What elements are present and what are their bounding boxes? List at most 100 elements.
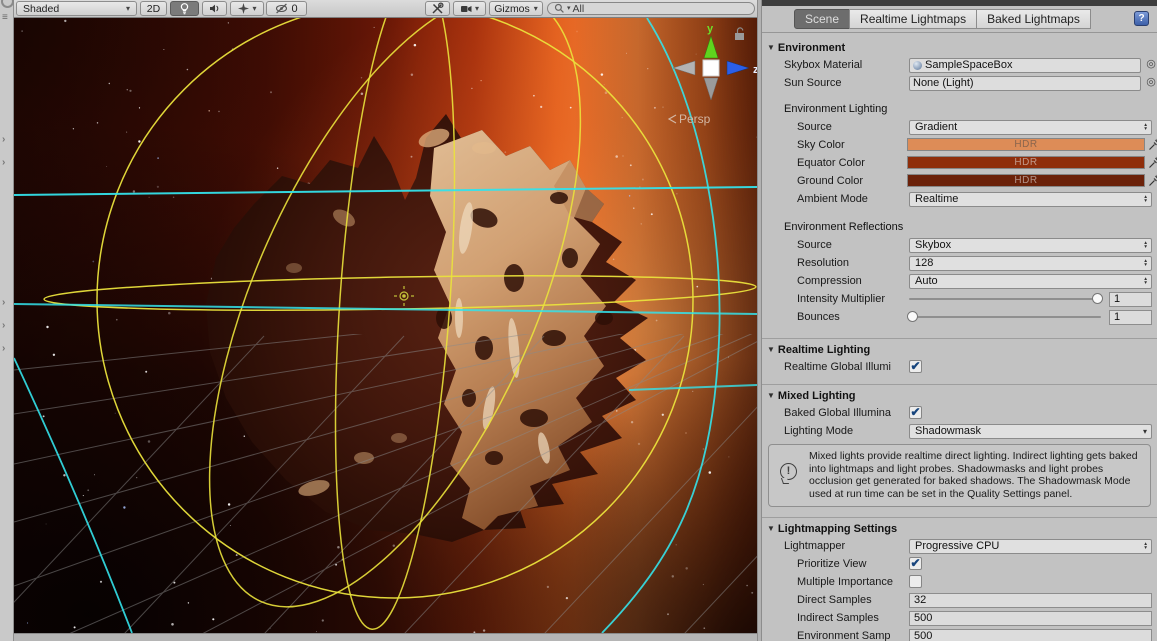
menu-icon[interactable]: ≡ [2, 12, 8, 23]
eyedropper-icon[interactable] [1148, 138, 1157, 151]
environment-samples-field[interactable]: 500 [909, 628, 1152, 641]
intensity-slider[interactable] [909, 293, 1103, 304]
foldout-icon[interactable]: ▼ [767, 345, 775, 354]
prioritize-view-checkbox[interactable]: ✔ [909, 556, 922, 570]
dropdown-arrows-icon: ▴ ▾ [1144, 193, 1147, 204]
sun-source-row: Sun Source None (Light) ◎ [784, 75, 1157, 91]
audio-toggle-button[interactable] [202, 1, 227, 16]
scene-3d-render: y z Persp [14, 18, 757, 633]
realtime-gi-checkbox[interactable]: ✔ [909, 359, 922, 373]
tab-realtime-lightmaps[interactable]: Realtime Lightmaps [849, 9, 978, 29]
foldout-icon[interactable]: ▼ [767, 391, 775, 400]
search-value: All [572, 2, 585, 15]
chevron-right-icon[interactable]: › [2, 320, 5, 331]
dropdown-arrows-icon: ▴ ▾ [1144, 257, 1147, 268]
dropdown-arrows-icon: ▴ ▾ [1144, 239, 1147, 250]
camera-settings-button[interactable]: ▾ [453, 1, 486, 16]
section-realtime-lighting: ▼ Realtime Lighting Realtime Global Illu… [762, 338, 1157, 376]
eye-slash-icon [276, 3, 288, 14]
speaker-icon [210, 4, 219, 13]
hidden-count: 0 [291, 2, 298, 15]
tab-baked-lightmaps[interactable]: Baked Lightmaps [976, 9, 1091, 29]
scene-viewport[interactable]: y z Persp [14, 18, 757, 633]
indirect-samples-row: Indirect Samples 500 [762, 609, 1157, 627]
lightmapping-settings-header[interactable]: ▼ Lightmapping Settings [762, 520, 1157, 537]
environment-samples-row: Environment Samp 500 [762, 627, 1157, 641]
compression-dropdown[interactable]: Auto ▴ ▾ [909, 273, 1152, 289]
lighting-mode-dropdown[interactable]: Shadowmask ▾ [909, 423, 1152, 439]
bounces-slider[interactable] [907, 311, 1101, 322]
ambient-mode-dropdown[interactable]: Realtime ▴ ▾ [909, 191, 1152, 207]
slider-knob[interactable] [907, 311, 918, 322]
object-picker-icon[interactable]: ◎ [1145, 57, 1157, 70]
dropdown-arrows-icon: ▴ ▾ [1144, 121, 1147, 132]
bounces-value-field[interactable]: 1 [1109, 309, 1152, 325]
effects-dropdown-button[interactable]: ▾ [230, 1, 264, 16]
search-filter-caret-icon[interactable]: ▾ [567, 5, 571, 13]
axis-y-label: y [707, 23, 714, 35]
section-lightmapping-settings: ▼ Lightmapping Settings Lightmapper Prog… [762, 517, 1157, 641]
foldout-icon[interactable]: ▼ [767, 524, 775, 533]
reflections-source-row: Source Skybox ▴ ▾ [762, 236, 1157, 254]
foldout-icon[interactable]: ▼ [767, 43, 775, 52]
component-tools-button[interactable] [425, 1, 450, 16]
persp-label[interactable]: Persp [679, 112, 711, 126]
equator-color-swatch[interactable]: HDR [907, 156, 1145, 169]
chevron-down-icon: ▾ [474, 3, 479, 13]
eyedropper-icon[interactable] [1148, 174, 1157, 187]
scene-search-input[interactable]: ▾ All [547, 2, 755, 15]
equator-color-row: Equator Color HDR [762, 154, 1157, 172]
object-picker-icon[interactable]: ◎ [1145, 75, 1157, 88]
sun-source-field[interactable]: None (Light) [909, 75, 1141, 91]
chevron-right-icon[interactable]: › [2, 343, 5, 354]
2d-toggle-button[interactable]: 2D [140, 1, 167, 16]
resolution-dropdown[interactable]: 128 ▴ ▾ [909, 255, 1152, 271]
multiple-importance-checkbox[interactable] [909, 575, 922, 588]
hidden-objects-button[interactable]: 0 [266, 1, 307, 16]
dropdown-arrows-icon: ▴ ▾ [1144, 540, 1147, 551]
env-lighting-source-row: Source Gradient ▴ ▾ [762, 118, 1157, 136]
ambient-mode-row: Ambient Mode Realtime ▴ ▾ [762, 190, 1157, 208]
eyedropper-icon[interactable] [1148, 156, 1157, 169]
chevron-down-icon: ▾ [1142, 426, 1147, 436]
sky-color-swatch[interactable]: HDR [907, 138, 1145, 151]
reflections-source-dropdown[interactable]: Skybox ▴ ▾ [909, 237, 1152, 253]
section-environment: ▼ Environment Skybox Material SampleSpac… [762, 37, 1157, 326]
info-text: Mixed lights provide realtime direct lig… [809, 450, 1138, 500]
draw-mode-label: Shaded [23, 2, 60, 15]
ground-color-swatch[interactable]: HDR [907, 174, 1145, 187]
gizmos-label: Gizmos [494, 2, 530, 15]
reflection-bounces-row: Bounces 1 [762, 308, 1157, 326]
search-icon [554, 3, 564, 13]
direct-samples-field[interactable]: 32 [909, 592, 1152, 608]
help-icon[interactable]: ? [1134, 11, 1149, 26]
chevron-right-icon[interactable]: › [2, 297, 5, 308]
ground-color-row: Ground Color HDR [762, 172, 1157, 190]
mixed-lighting-header[interactable]: ▼ Mixed Lighting [762, 387, 1157, 404]
lightmapper-dropdown[interactable]: Progressive CPU ▴ ▾ [909, 538, 1152, 554]
chevron-right-icon[interactable]: › [2, 134, 5, 145]
scene-lighting-toggle-button[interactable] [170, 1, 199, 16]
baked-gi-row: Baked Global Illumina ✔ [784, 404, 922, 419]
realtime-lighting-header[interactable]: ▼ Realtime Lighting [762, 341, 1157, 358]
gizmo-center-cube[interactable] [702, 59, 720, 77]
gizmos-dropdown[interactable]: Gizmos ▾ [489, 1, 543, 16]
indirect-samples-field[interactable]: 500 [909, 610, 1152, 626]
chevron-right-icon[interactable]: › [2, 157, 5, 168]
skybox-material-field[interactable]: SampleSpaceBox [909, 57, 1141, 73]
effects-sparkle-icon [238, 3, 250, 14]
tab-scene[interactable]: Scene [794, 9, 851, 29]
slider-knob[interactable] [1092, 293, 1103, 304]
resolution-row: Resolution 128 ▴ ▾ [762, 254, 1157, 272]
lightmapper-row: Lightmapper Progressive CPU ▴ ▾ [762, 537, 1157, 555]
environment-header[interactable]: ▼ Environment [762, 39, 1157, 56]
intensity-value-field[interactable]: 1 [1109, 291, 1152, 307]
draw-mode-dropdown[interactable]: Shaded ▾ [16, 1, 137, 16]
environment-lighting-subheader: Environment Lighting [784, 103, 888, 115]
env-lighting-source-dropdown[interactable]: Gradient ▴ ▾ [909, 119, 1152, 135]
realtime-gi-row: Realtime Global Illumi ✔ [784, 358, 922, 373]
material-sphere-icon [913, 60, 922, 70]
compression-row: Compression Auto ▴ ▾ [762, 272, 1157, 290]
baked-gi-checkbox[interactable]: ✔ [909, 405, 922, 419]
partial-search-oval-icon [1, 0, 14, 8]
